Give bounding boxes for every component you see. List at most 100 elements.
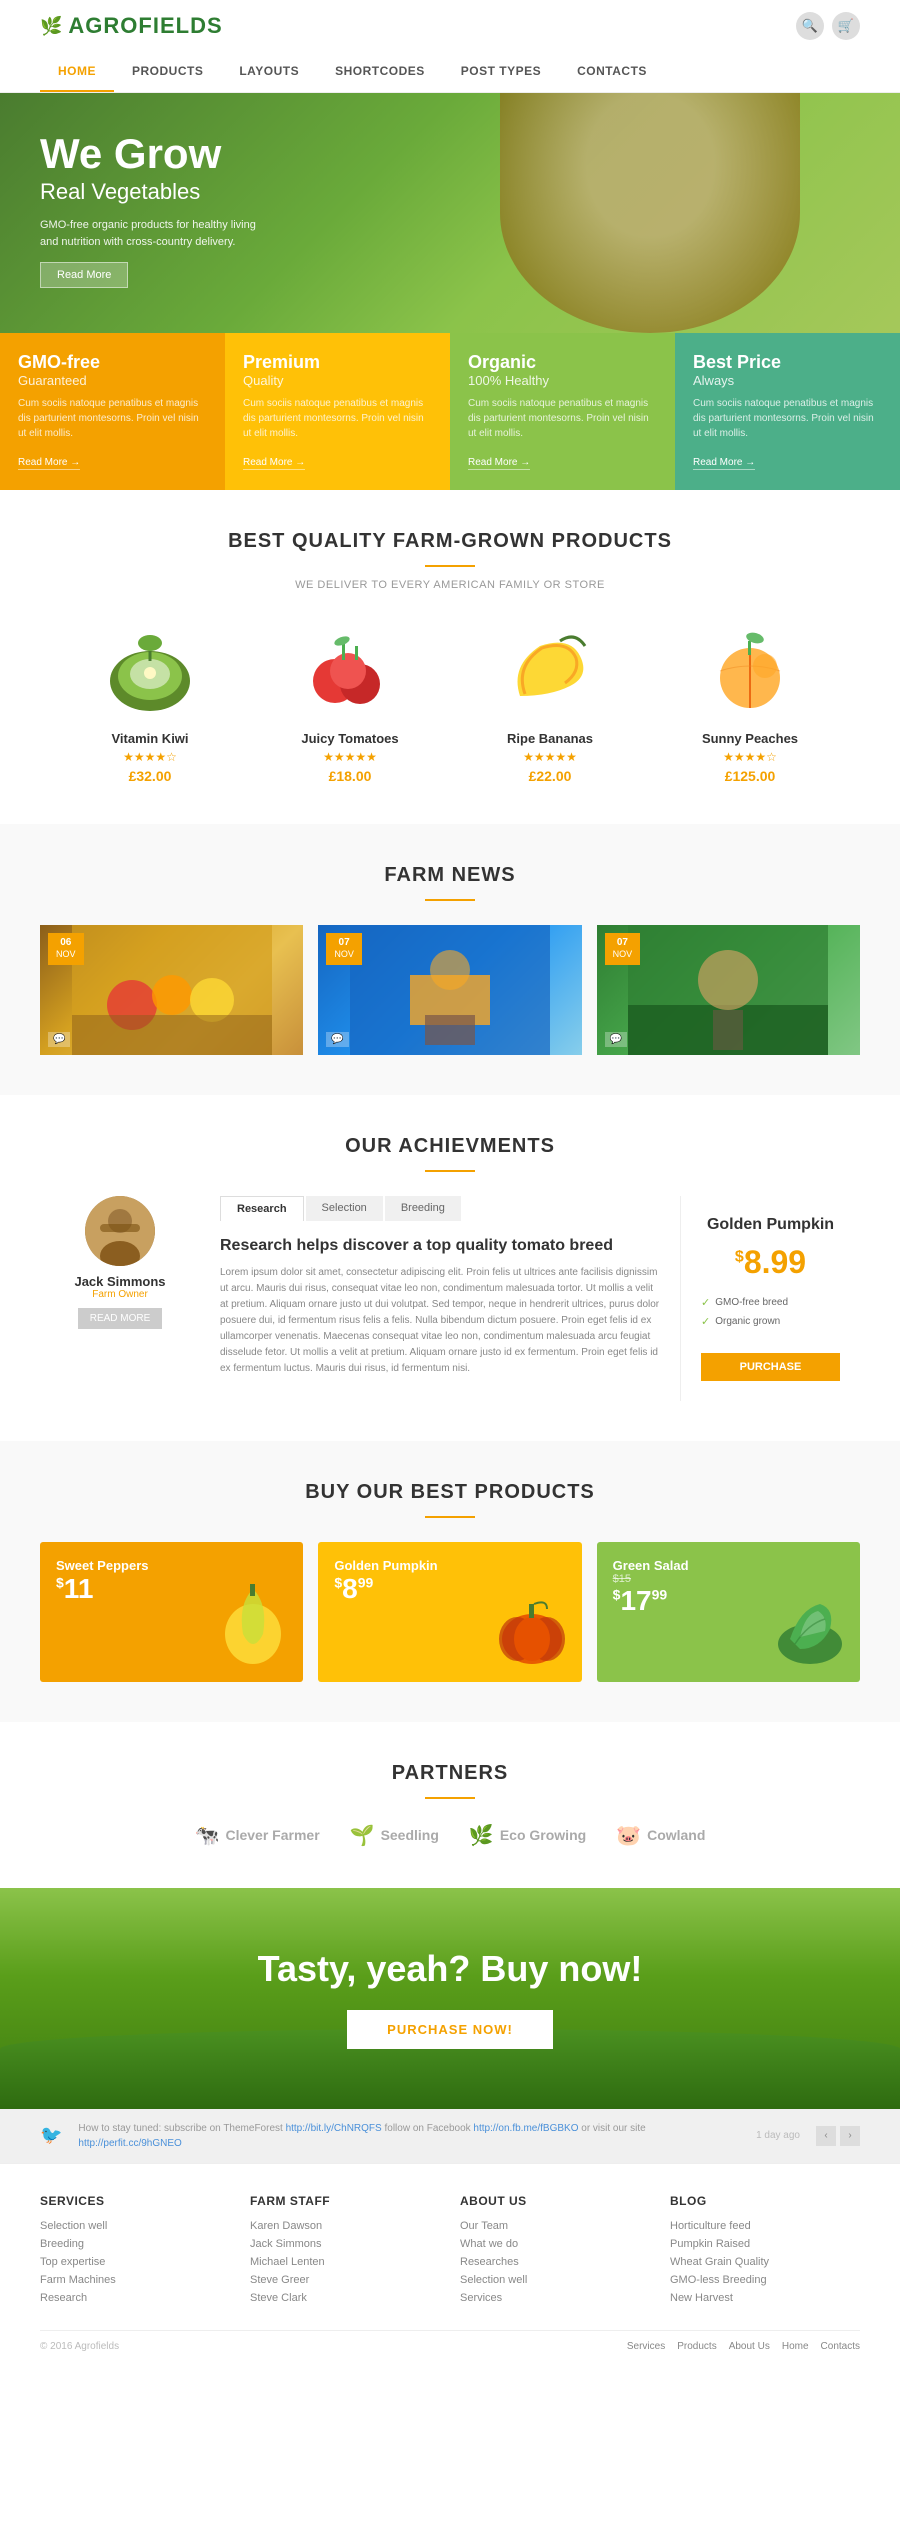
product-kiwi-price: £32.00 [60, 768, 240, 784]
nav-shortcodes[interactable]: SHORTCODES [317, 52, 443, 92]
cart-button[interactable]: 🛒 [832, 12, 860, 40]
feature-premium-link[interactable]: Read More → [243, 457, 305, 470]
social-time: 1 day ago [756, 2130, 800, 2141]
product-bananas-image [490, 621, 610, 721]
nav-home[interactable]: HOME [40, 52, 114, 92]
footer-blog-3[interactable]: Wheat Grain Quality [670, 2256, 860, 2268]
social-prev-arrow[interactable]: ‹ [816, 2126, 836, 2146]
footer-about-2[interactable]: What we do [460, 2238, 650, 2250]
news-date-3: 07NOV [605, 933, 641, 965]
nav-layouts[interactable]: LAYOUTS [221, 52, 317, 92]
product-kiwi[interactable]: Vitamin Kiwi ★★★★☆ £32.00 [60, 621, 240, 784]
salad-image [770, 1589, 850, 1672]
footer-service-3[interactable]: Top expertise [40, 2256, 230, 2268]
footer-blog-1[interactable]: Horticulture feed [670, 2220, 860, 2232]
footer-nav-services[interactable]: Services [627, 2341, 665, 2352]
feature-gmo-text: Cum sociis natoque penatibus et magnis d… [18, 396, 207, 441]
news-chat-1: 💬 [48, 1032, 70, 1047]
partner-cowland[interactable]: 🐷 Cowland [616, 1823, 705, 1848]
footer-about-5[interactable]: Services [460, 2292, 650, 2304]
footer-about-3[interactable]: Researches [460, 2256, 650, 2268]
footer-blog-4[interactable]: GMO-less Breeding [670, 2274, 860, 2286]
nav-post-types[interactable]: POST TYPES [443, 52, 559, 92]
footer-service-2[interactable]: Breeding [40, 2238, 230, 2250]
news-card-3[interactable]: 07NOV 💬 [597, 925, 860, 1055]
products-subtitle: WE DELIVER TO EVERY AMERICAN FAMILY OR S… [40, 579, 860, 591]
read-more-button[interactable]: READ MORE [78, 1308, 163, 1329]
site-link[interactable]: http://perfit.cc/9hGNEO [78, 2138, 181, 2149]
achievement-product-features: GMO-free breed Organic grown [701, 1293, 840, 1331]
footer-staff-2[interactable]: Jack Simmons [250, 2238, 440, 2250]
social-next-arrow[interactable]: › [840, 2126, 860, 2146]
feature-gmo-free: GMO-free breed [701, 1293, 840, 1312]
product-peaches[interactable]: Sunny Peaches ★★★★☆ £125.00 [660, 621, 840, 784]
best-card-peppers[interactable]: Sweet Peppers $11 [40, 1542, 303, 1682]
facebook-link[interactable]: http://on.fb.me/fBGBKO [473, 2123, 578, 2134]
achievements-inner: Jack Simmons Farm Owner READ MORE Resear… [40, 1196, 860, 1401]
partner-seedling[interactable]: 🌱 Seedling [350, 1823, 439, 1848]
footer-about-1[interactable]: Our Team [460, 2220, 650, 2232]
partner-eco-growing-icon: 🌿 [469, 1823, 494, 1848]
footer-service-4[interactable]: Farm Machines [40, 2274, 230, 2286]
partner-cowland-name: Cowland [647, 1827, 705, 1843]
footer-nav-products[interactable]: Products [677, 2341, 716, 2352]
footer-staff-1[interactable]: Karen Dawson [250, 2220, 440, 2232]
partner-eco-growing[interactable]: 🌿 Eco Growing [469, 1823, 586, 1848]
tab-research[interactable]: Research [220, 1196, 304, 1221]
product-peaches-name: Sunny Peaches [660, 731, 840, 746]
footer-services-title: SERVICES [40, 2194, 230, 2208]
footer-nav: Services Products About Us Home Contacts [627, 2341, 860, 2352]
achievements-tabs-section: Research Selection Breeding Research hel… [220, 1196, 660, 1401]
feature-gmo-link[interactable]: Read More → [18, 457, 80, 470]
news-grid: 06NOV 💬 07NOV 💬 [40, 925, 860, 1055]
best-card-salad[interactable]: Green Salad $15 $1799 [597, 1542, 860, 1682]
feature-premium-subtitle: Quality [243, 373, 432, 388]
partner-clever-farmer-icon: 🐄 [195, 1823, 220, 1848]
hero-subtitle: Real Vegetables [40, 179, 260, 205]
hero-title: We Grow [40, 133, 260, 175]
news-section: FARM NEWS 06NOV 💬 [0, 824, 900, 1095]
product-kiwi-image [90, 621, 210, 721]
tab-breeding[interactable]: Breeding [385, 1196, 461, 1221]
feature-box-gmo: GMO-free Guaranteed Cum sociis natoque p… [0, 333, 225, 490]
news-card-1[interactable]: 06NOV 💬 [40, 925, 303, 1055]
pumpkin-label: Golden Pumpkin [334, 1558, 437, 1573]
footer-about-4[interactable]: Selection well [460, 2274, 650, 2286]
themeforest-link[interactable]: http://bit.ly/ChNRQFS [286, 2123, 382, 2134]
footer-service-5[interactable]: Research [40, 2292, 230, 2304]
footer-blog-5[interactable]: New Harvest [670, 2292, 860, 2304]
news-card-2[interactable]: 07NOV 💬 [318, 925, 581, 1055]
nav-contacts[interactable]: CONTACTS [559, 52, 665, 92]
best-card-pumpkin[interactable]: Golden Pumpkin $899 [318, 1542, 581, 1682]
hero-read-more-button[interactable]: Read More [40, 262, 128, 288]
footer-nav-contacts[interactable]: Contacts [821, 2341, 860, 2352]
footer-blog-2[interactable]: Pumpkin Raised [670, 2238, 860, 2250]
footer-staff-5[interactable]: Steve Clark [250, 2292, 440, 2304]
product-tomatoes[interactable]: Juicy Tomatoes ★★★★★ £18.00 [260, 621, 440, 784]
tab-selection[interactable]: Selection [306, 1196, 383, 1221]
product-bananas[interactable]: Ripe Bananas ★★★★★ £22.00 [460, 621, 640, 784]
footer-service-1[interactable]: Selection well [40, 2220, 230, 2232]
partner-clever-farmer[interactable]: 🐄 Clever Farmer [195, 1823, 320, 1848]
best-card-peppers-content: Sweet Peppers $11 [56, 1558, 149, 1605]
product-peaches-price: £125.00 [660, 768, 840, 784]
footer-staff-3[interactable]: Michael Lenten [250, 2256, 440, 2268]
news-date-1: 06NOV [48, 933, 84, 965]
logo-icon: 🌿 [40, 16, 62, 37]
achievement-content-text: Lorem ipsum dolor sit amet, consectetur … [220, 1265, 660, 1377]
footer-about-title: ABOUT US [460, 2194, 650, 2208]
salad-old-price: $15 [613, 1573, 689, 1585]
footer-nav-home[interactable]: Home [782, 2341, 809, 2352]
footer-staff-4[interactable]: Steve Greer [250, 2274, 440, 2286]
search-button[interactable]: 🔍 [796, 12, 824, 40]
person-role: Farm Owner [40, 1289, 200, 1300]
footer-nav-about[interactable]: About Us [729, 2341, 770, 2352]
feature-price-link[interactable]: Read More → [693, 457, 755, 470]
cta-button[interactable]: PURCHASE NOW! [347, 2010, 553, 2049]
feature-organic-link[interactable]: Read More → [468, 457, 530, 470]
purchase-button[interactable]: PURCHASE [701, 1353, 840, 1381]
achievement-product: Golden Pumpkin $8.99 GMO-free breed Orga… [680, 1196, 860, 1401]
feature-premium-title: Premium [243, 353, 432, 373]
partners-grid: 🐄 Clever Farmer 🌱 Seedling 🌿 Eco Growing… [40, 1823, 860, 1848]
nav-products[interactable]: PRODUCTS [114, 52, 221, 92]
